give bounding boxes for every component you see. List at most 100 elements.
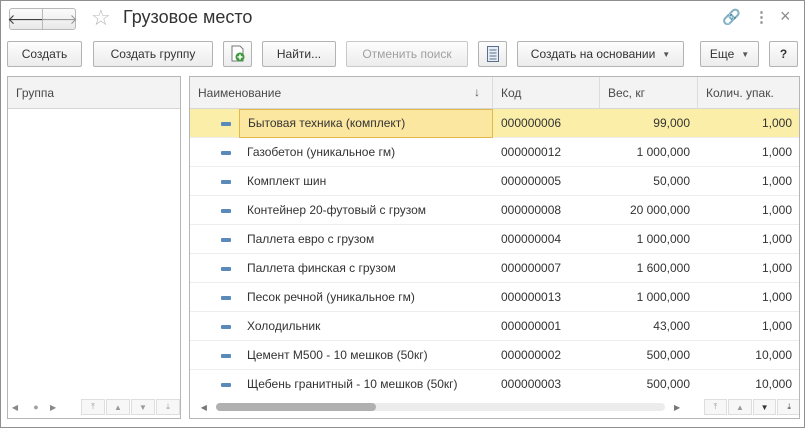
cell-code[interactable]: 000000008 bbox=[493, 196, 600, 225]
column-header-name[interactable]: Наименование ↓ bbox=[190, 77, 493, 109]
column-header-weight[interactable]: Вес, кг bbox=[600, 77, 698, 109]
scroll-right-icon[interactable]: ▶ bbox=[669, 403, 685, 412]
catalog-item-icon bbox=[221, 354, 231, 358]
cell-name[interactable]: Паллета финская с грузом bbox=[239, 254, 493, 283]
more-menu-icon[interactable]: ⋮ bbox=[754, 9, 769, 27]
cell-weight[interactable]: 500,000 bbox=[600, 341, 698, 370]
cell-weight[interactable]: 43,000 bbox=[600, 312, 698, 341]
help-button[interactable]: ? bbox=[769, 41, 798, 67]
cell-code[interactable]: 000000006 bbox=[493, 109, 600, 138]
go-down-icon[interactable]: ▼ bbox=[131, 399, 155, 415]
group-column-header[interactable]: Группа bbox=[8, 77, 180, 109]
catalog-item-icon bbox=[221, 151, 231, 155]
cell-code[interactable]: 000000002 bbox=[493, 341, 600, 370]
panel-splitter[interactable] bbox=[184, 76, 188, 419]
copy-button[interactable] bbox=[223, 41, 252, 67]
cell-qty[interactable]: 1,000 bbox=[698, 312, 799, 341]
table-row[interactable]: Паллета евро с грузом 000000004 1 000,000 1… bbox=[190, 225, 799, 254]
catalog-item-icon bbox=[221, 209, 231, 213]
cell-weight[interactable]: 1 000,000 bbox=[600, 138, 698, 167]
more-button[interactable]: Еще ▼ bbox=[700, 41, 759, 67]
catalog-item-icon bbox=[221, 296, 231, 300]
scroll-position-icon[interactable]: ● bbox=[22, 402, 50, 412]
table-row[interactable]: Щебень гранитный - 10 мешков (50кг) 00000… bbox=[190, 370, 799, 399]
cell-code[interactable]: 000000013 bbox=[493, 283, 600, 312]
cell-weight[interactable]: 99,000 bbox=[600, 109, 698, 138]
cell-name[interactable]: Песок речной (уникальное гм) bbox=[239, 283, 493, 312]
cell-qty[interactable]: 1,000 bbox=[698, 167, 799, 196]
cell-code[interactable]: 000000012 bbox=[493, 138, 600, 167]
title-bar: 🡐 🡒 ☆ Грузовое место 🔗 ⋮ × bbox=[1, 1, 804, 37]
table-row[interactable]: Контейнер 20-футовый с грузом 000000008 20… bbox=[190, 196, 799, 225]
scroll-thumb[interactable] bbox=[215, 403, 376, 411]
cell-name[interactable]: Бытовая техника (комплект) bbox=[239, 109, 493, 138]
table-row[interactable]: Бытовая техника (комплект) 000000006 99,00… bbox=[190, 109, 799, 138]
cell-name[interactable]: Холодильник bbox=[239, 312, 493, 341]
go-last-icon[interactable]: ⤓ bbox=[777, 399, 799, 415]
back-button[interactable]: 🡐 bbox=[7, 8, 45, 30]
find-button[interactable]: Найти... bbox=[262, 41, 336, 67]
table-row[interactable]: Холодильник 000000001 43,000 1,000 bbox=[190, 312, 799, 341]
chevron-down-icon: ▼ bbox=[741, 49, 750, 59]
cell-weight[interactable]: 1 000,000 bbox=[600, 283, 698, 312]
column-header-qty[interactable]: Колич. упак. bbox=[698, 77, 799, 109]
table-row[interactable]: Паллета финская с грузом 000000007 1 600,0… bbox=[190, 254, 799, 283]
cell-name[interactable]: Цемент М500 - 10 мешков (50кг) bbox=[239, 341, 493, 370]
column-header-code[interactable]: Код bbox=[493, 77, 600, 109]
more-label: Еще bbox=[709, 47, 735, 61]
link-icon[interactable]: 🔗 bbox=[722, 9, 741, 27]
go-first-icon[interactable]: ⤒ bbox=[703, 399, 728, 415]
scroll-track[interactable] bbox=[215, 403, 666, 411]
create-button[interactable]: Создать bbox=[7, 41, 82, 67]
cell-weight[interactable]: 1 600,000 bbox=[600, 254, 698, 283]
cell-weight[interactable]: 50,000 bbox=[600, 167, 698, 196]
cell-code[interactable]: 000000004 bbox=[493, 225, 600, 254]
cell-name[interactable]: Щебень гранитный - 10 мешков (50кг) bbox=[239, 370, 493, 399]
table-row[interactable]: Газобетон (уникальное гм) 000000012 1 000,… bbox=[190, 138, 799, 167]
cell-code[interactable]: 000000007 bbox=[493, 254, 600, 283]
close-icon[interactable]: × bbox=[780, 7, 791, 25]
cancel-search-button[interactable]: Отменить поиск bbox=[346, 41, 468, 67]
cell-name[interactable]: Контейнер 20-футовый с грузом bbox=[239, 196, 493, 225]
go-down-icon[interactable]: ▼ bbox=[752, 399, 777, 415]
table-row[interactable]: Цемент М500 - 10 мешков (50кг) 000000002 5… bbox=[190, 341, 799, 370]
cell-qty[interactable]: 1,000 bbox=[698, 225, 799, 254]
scroll-left-icon[interactable]: ◀ bbox=[196, 403, 212, 412]
scroll-left-icon[interactable]: ◀ bbox=[8, 403, 22, 412]
cell-code[interactable]: 000000003 bbox=[493, 370, 600, 399]
horizontal-scrollbar[interactable]: ◀ ▶ ⤒ ▲ ▼ ⤓ bbox=[190, 396, 799, 418]
cell-qty[interactable]: 1,000 bbox=[698, 109, 799, 138]
cell-qty[interactable]: 1,000 bbox=[698, 196, 799, 225]
catalog-window: 🡐 🡒 ☆ Грузовое место 🔗 ⋮ × Создать Созда… bbox=[0, 0, 805, 428]
cell-name[interactable]: Комплект шин bbox=[239, 167, 493, 196]
cell-name[interactable]: Газобетон (уникальное гм) bbox=[239, 138, 493, 167]
cell-qty[interactable]: 10,000 bbox=[698, 341, 799, 370]
go-first-icon[interactable]: ⤒ bbox=[81, 399, 105, 415]
list-icon bbox=[486, 46, 499, 62]
cell-qty[interactable]: 1,000 bbox=[698, 138, 799, 167]
catalog-item-icon bbox=[221, 180, 231, 184]
cell-qty[interactable]: 1,000 bbox=[698, 254, 799, 283]
favorite-star-icon[interactable]: ☆ bbox=[91, 6, 111, 30]
go-up-icon[interactable]: ▲ bbox=[728, 399, 752, 415]
cell-code[interactable]: 000000001 bbox=[493, 312, 600, 341]
table-row[interactable]: Песок речной (уникальное гм) 000000013 1 0… bbox=[190, 283, 799, 312]
catalog-item-icon bbox=[221, 238, 231, 242]
go-last-icon[interactable]: ⤓ bbox=[156, 399, 180, 415]
cell-weight[interactable]: 20 000,000 bbox=[600, 196, 698, 225]
forward-button[interactable]: 🡒 bbox=[40, 8, 78, 30]
go-up-icon[interactable]: ▲ bbox=[106, 399, 130, 415]
cell-qty[interactable]: 10,000 bbox=[698, 370, 799, 399]
list-settings-button[interactable] bbox=[478, 41, 507, 67]
table-row[interactable]: Комплект шин 000000005 50,000 1,000 bbox=[190, 167, 799, 196]
scroll-right-icon[interactable]: ▶ bbox=[50, 403, 80, 412]
cell-name[interactable]: Паллета евро с грузом bbox=[239, 225, 493, 254]
create-based-on-button[interactable]: Создать на основании ▼ bbox=[517, 41, 684, 67]
cell-weight[interactable]: 1 000,000 bbox=[600, 225, 698, 254]
cell-code[interactable]: 000000005 bbox=[493, 167, 600, 196]
cell-qty[interactable]: 1,000 bbox=[698, 283, 799, 312]
cell-weight[interactable]: 500,000 bbox=[600, 370, 698, 399]
page-title: Грузовое место bbox=[123, 7, 253, 27]
items-table: Наименование ↓ Код Вес, кг Колич. упак. … bbox=[189, 76, 800, 419]
create-group-button[interactable]: Создать группу bbox=[93, 41, 213, 67]
